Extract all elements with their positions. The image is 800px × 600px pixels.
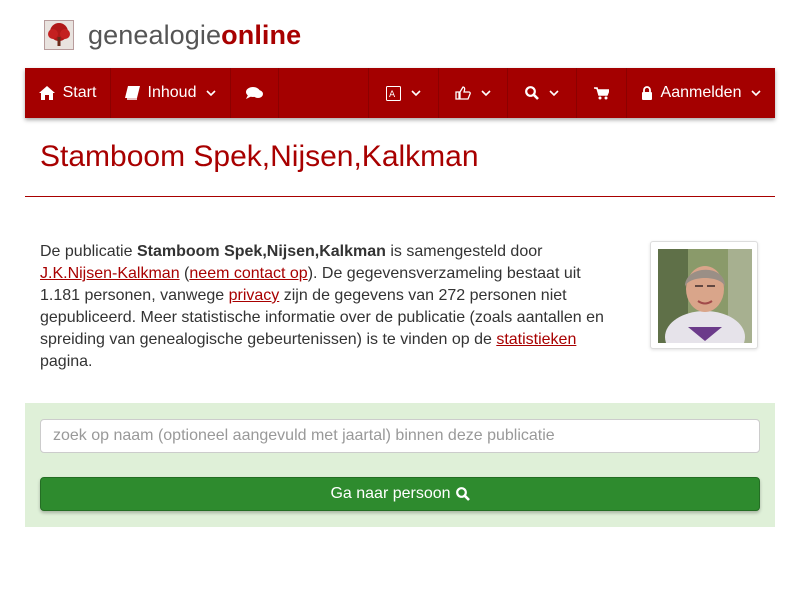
book-icon xyxy=(124,86,140,100)
go-to-person-button[interactable]: Ga naar persoon xyxy=(40,477,760,511)
search-icon xyxy=(455,487,470,501)
publication-intro: De publicatie Stamboom Spek,Nijsen,Kalkm… xyxy=(40,243,604,370)
nav-inhoud-label: Inhoud xyxy=(147,84,197,101)
comments-icon xyxy=(246,87,263,99)
nav-start-label: Start xyxy=(62,84,97,101)
author-avatar[interactable] xyxy=(650,241,758,349)
publication-name: Stamboom Spek,Nijsen,Kalkman xyxy=(136,243,386,260)
lock-icon xyxy=(641,86,652,100)
person-search-panel: Ga naar persoon xyxy=(25,403,775,527)
chevron-down-icon xyxy=(751,89,762,96)
thumbs-up-icon xyxy=(455,86,471,100)
nav-login-label: Aanmelden xyxy=(660,84,742,101)
chevron-down-icon xyxy=(206,89,217,96)
title-divider xyxy=(25,196,775,197)
author-link[interactable]: J.K.Nijsen-Kalkman xyxy=(40,265,180,282)
translate-icon: A xyxy=(386,85,401,101)
cart-icon xyxy=(594,86,609,99)
person-search-input[interactable] xyxy=(40,419,760,453)
site-name: genealogieonline xyxy=(88,20,302,50)
privacy-link[interactable]: privacy xyxy=(229,287,280,304)
nav-language[interactable]: A xyxy=(369,68,439,118)
chevron-down-icon xyxy=(411,89,421,96)
nav-spacer xyxy=(279,68,369,118)
site-logo[interactable]: genealogieonline xyxy=(44,18,301,52)
svg-text:A: A xyxy=(389,90,396,100)
main-navbar: Start Inhoud A Aanmelden xyxy=(25,68,775,118)
chevron-down-icon xyxy=(549,89,559,96)
nav-start[interactable]: Start xyxy=(25,68,111,118)
nav-login[interactable]: Aanmelden xyxy=(627,68,775,118)
nav-forum[interactable] xyxy=(231,68,279,118)
go-to-person-label: Ga naar persoon xyxy=(330,485,451,502)
statistics-link[interactable]: statistieken xyxy=(496,331,576,348)
nav-shop[interactable] xyxy=(577,68,627,118)
chevron-down-icon xyxy=(481,89,491,96)
contact-link[interactable]: neem contact op xyxy=(189,265,307,282)
tree-logo-icon xyxy=(44,20,74,50)
home-icon xyxy=(38,86,55,100)
nav-search[interactable] xyxy=(508,68,577,118)
search-icon xyxy=(525,86,539,100)
nav-inhoud[interactable]: Inhoud xyxy=(111,68,231,118)
nav-share[interactable] xyxy=(439,68,508,118)
page-title: Stamboom Spek,Nijsen,Kalkman xyxy=(40,140,479,173)
author-photo xyxy=(658,249,752,343)
